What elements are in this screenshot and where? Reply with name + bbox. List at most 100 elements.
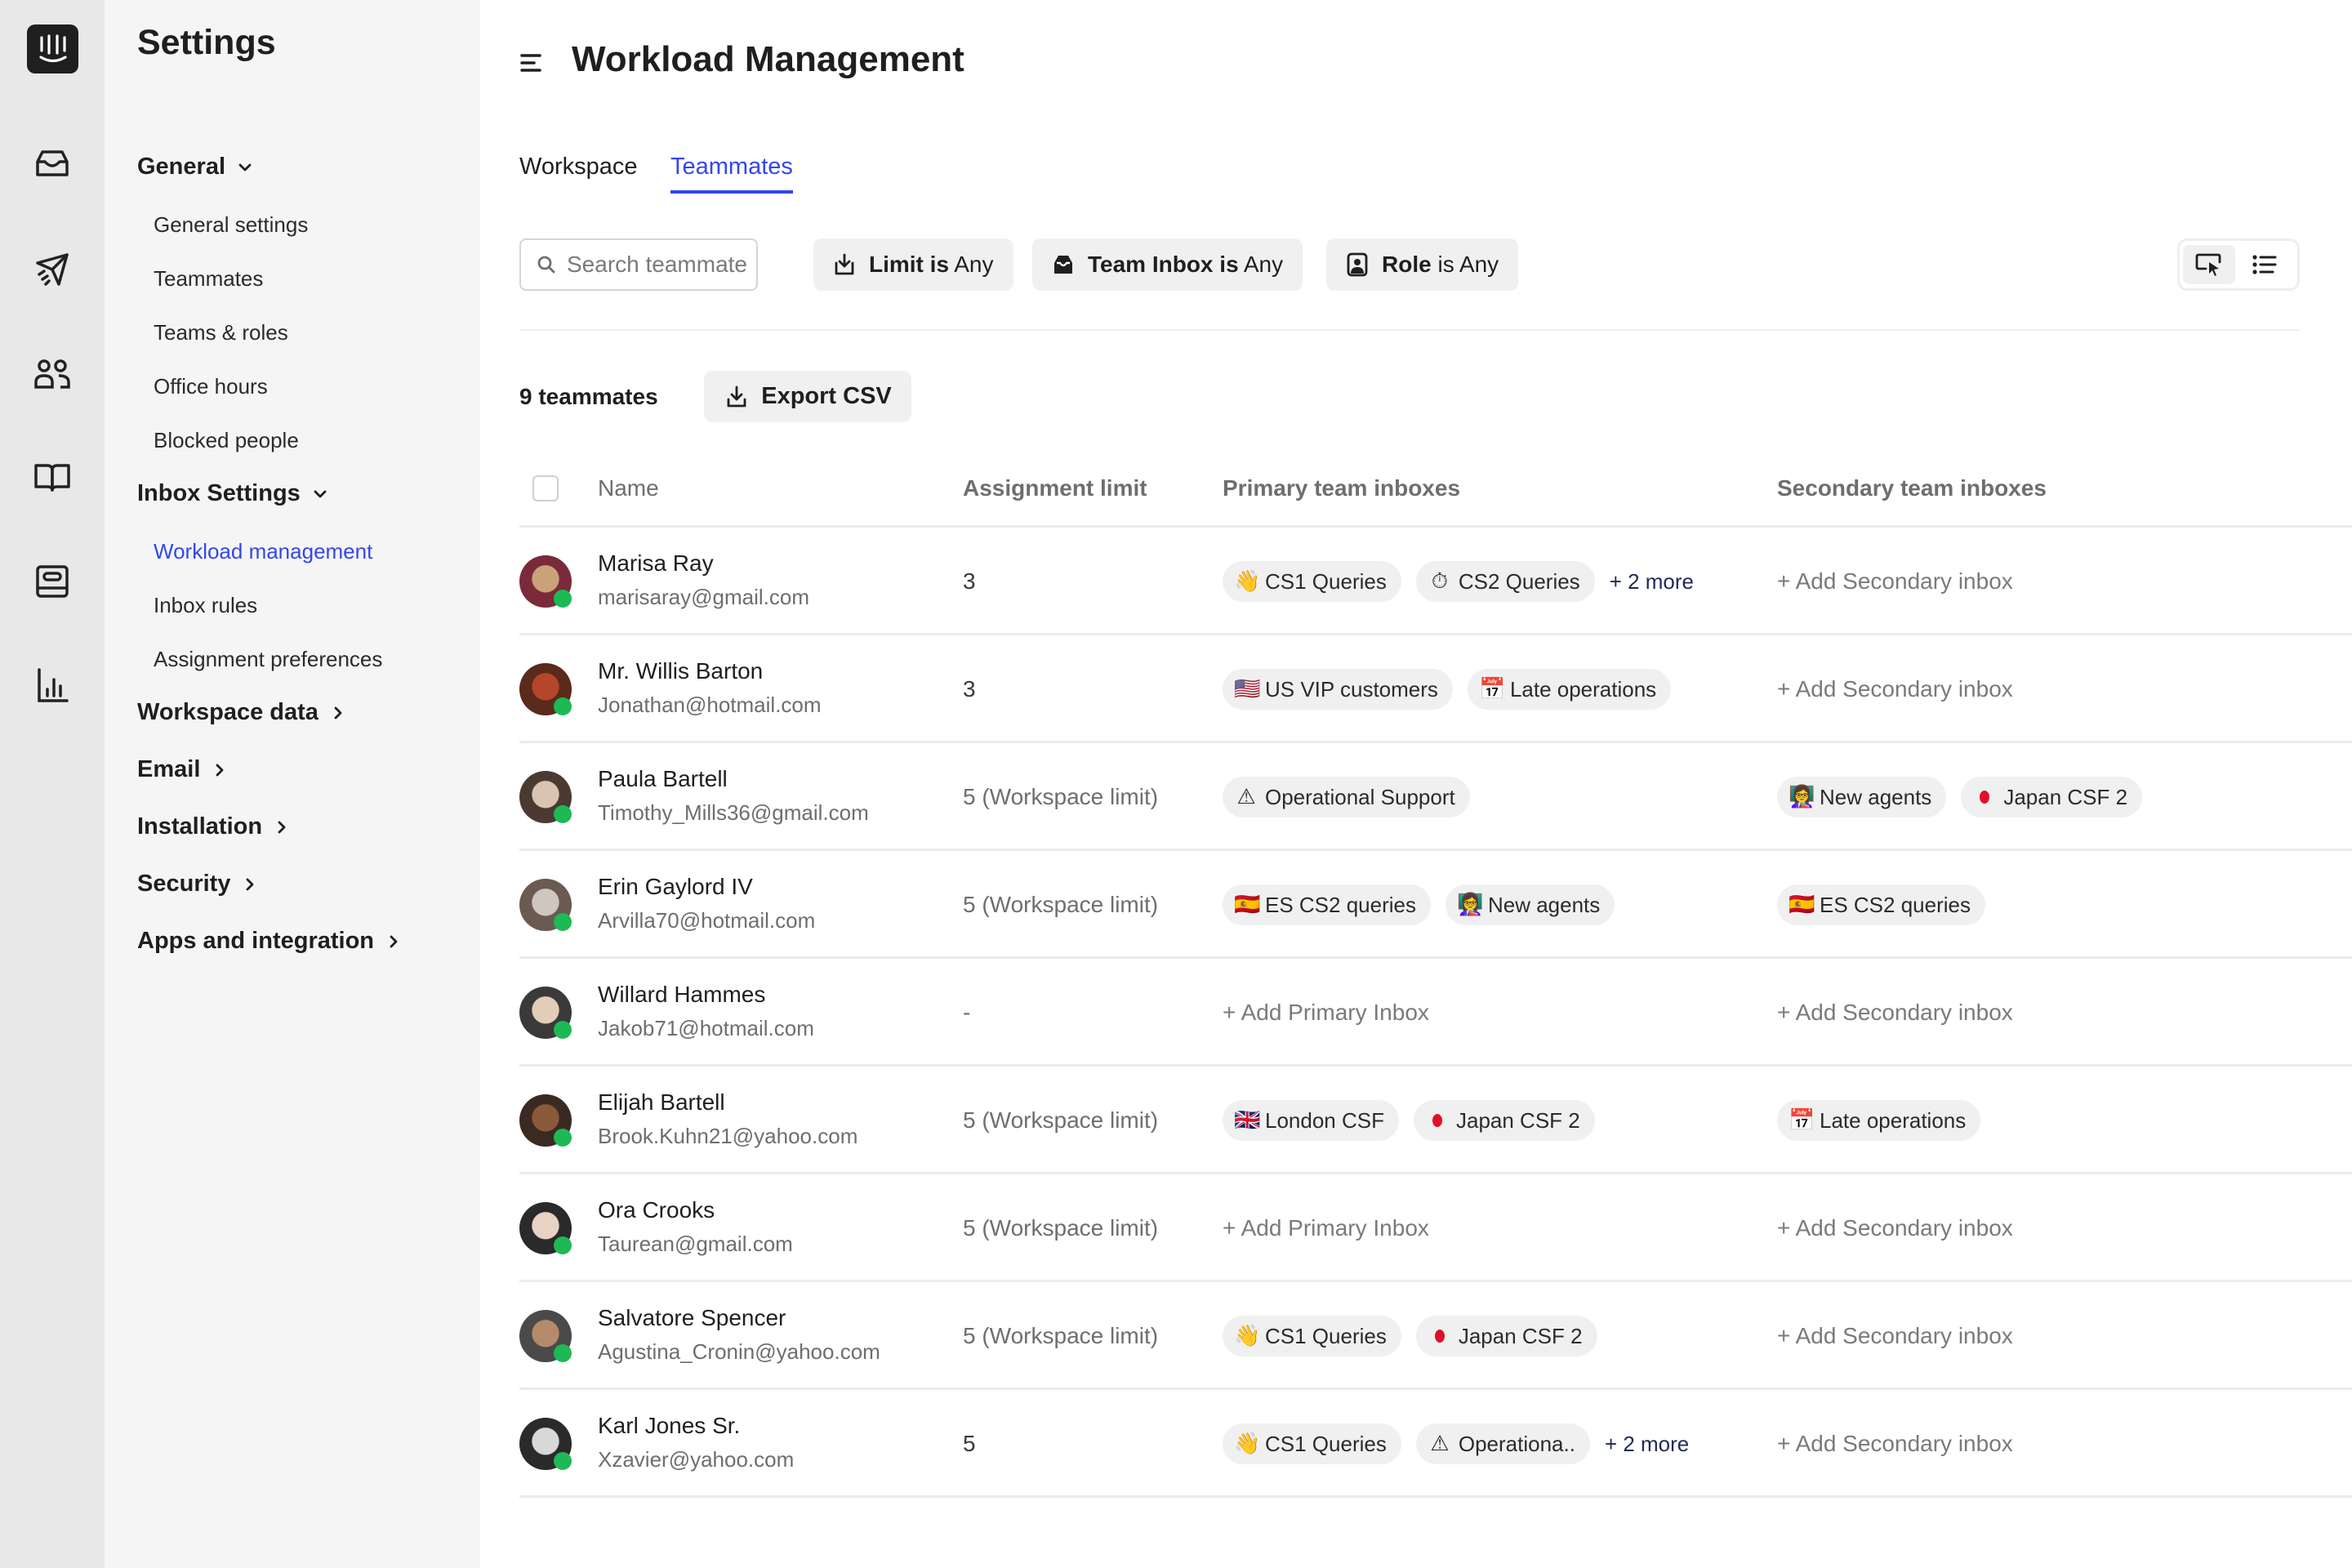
more-inboxes-link[interactable]: + 2 more — [1610, 569, 1694, 595]
avatar[interactable] — [519, 1310, 572, 1362]
table-row[interactable]: Marisa Ray marisaray@gmail.com 3 👋 CS1 Queri… — [519, 528, 2352, 635]
add-primary-inbox-link[interactable]: + Add Primary Inbox — [1223, 1215, 1429, 1241]
more-inboxes-link[interactable]: + 2 more — [1605, 1432, 1689, 1457]
sidebar-group-email[interactable]: Email — [137, 756, 228, 783]
add-primary-inbox-link[interactable]: + Add Primary Inbox — [1223, 1000, 1429, 1026]
table-row[interactable]: Elijah Bartell Brook.Kuhn21@yahoo.com 5 (W… — [519, 1067, 2352, 1174]
assignment-limit[interactable]: 5 (Workspace limit) — [963, 1107, 1158, 1134]
assignment-limit[interactable]: 5 (Workspace limit) — [963, 892, 1158, 918]
sidebar-group-apps-integration[interactable]: Apps and integration — [137, 928, 402, 955]
inbox-chip[interactable]: 👩‍🏫 New agents — [1777, 777, 1947, 817]
avatar[interactable] — [519, 663, 572, 715]
inbox-chip[interactable]: 👋 CS1 Queries — [1223, 1423, 1401, 1464]
rail-reports[interactable] — [29, 663, 75, 709]
teammate-name[interactable]: Willard Hammes — [598, 982, 765, 1008]
sidebar-group-security[interactable]: Security — [137, 871, 258, 898]
rail-outbound[interactable] — [29, 247, 75, 292]
assignment-limit[interactable]: - — [963, 1000, 970, 1026]
sidebar-item-teams-roles[interactable]: Teams & roles — [154, 320, 288, 345]
sidebar-item-inbox-rules[interactable]: Inbox rules — [154, 593, 257, 618]
inbox-chip[interactable]: 📅 Late operations — [1467, 669, 1672, 710]
inbox-chip[interactable]: Japan CSF 2 — [1413, 1100, 1595, 1141]
add-secondary-inbox-link[interactable]: + Add Secondary inbox — [1777, 1215, 2013, 1241]
search-input[interactable] — [567, 252, 746, 278]
inbox-chip[interactable]: ⚠ Operational Support — [1223, 777, 1470, 817]
teammate-name[interactable]: Elijah Bartell — [598, 1089, 725, 1116]
menu-icon[interactable] — [519, 52, 544, 74]
inbox-chip[interactable]: 👋 CS1 Queries — [1223, 561, 1401, 602]
sidebar-group-installation[interactable]: Installation — [137, 813, 290, 840]
add-secondary-inbox-link[interactable]: + Add Secondary inbox — [1777, 1323, 2013, 1349]
inbox-chip[interactable]: 🇬🇧 London CSF — [1223, 1100, 1399, 1141]
avatar[interactable] — [519, 987, 572, 1039]
inbox-chip[interactable]: Japan CSF 2 — [1415, 1316, 1597, 1356]
assignment-limit[interactable]: 5 — [963, 1431, 976, 1457]
sidebar-item-assignment-preferences[interactable]: Assignment preferences — [154, 647, 382, 672]
tab-teammates[interactable]: Teammates — [670, 154, 793, 194]
table-row[interactable]: Willard Hammes Jakob71@hotmail.com - + Add … — [519, 959, 2352, 1067]
tab-workspace[interactable]: Workspace — [519, 154, 638, 190]
list-view-button[interactable] — [2238, 245, 2291, 284]
inbox-chip[interactable]: 🇪🇸 ES CS2 queries — [1223, 884, 1431, 925]
column-header-secondary-inboxes[interactable]: Secondary team inboxes — [1777, 475, 2047, 501]
column-header-name[interactable]: Name — [598, 475, 659, 501]
inbox-chip[interactable]: 👋 CS1 Queries — [1223, 1316, 1401, 1356]
column-header-primary-inboxes[interactable]: Primary team inboxes — [1223, 475, 1460, 501]
teammate-name[interactable]: Marisa Ray — [598, 550, 714, 577]
assignment-limit[interactable]: 5 (Workspace limit) — [963, 1323, 1158, 1349]
rail-messenger[interactable] — [29, 559, 75, 604]
assignment-limit[interactable]: 5 (Workspace limit) — [963, 784, 1158, 810]
filter-role[interactable]: Role is Any — [1326, 238, 1519, 291]
inbox-chip[interactable]: Japan CSF 2 — [1961, 777, 2143, 817]
table-row[interactable]: Erin Gaylord IV Arvilla70@hotmail.com 5 (W… — [519, 851, 2352, 959]
avatar[interactable] — [519, 879, 572, 931]
filter-limit[interactable]: Limit is Any — [813, 238, 1013, 291]
select-all-checkbox[interactable] — [532, 475, 559, 501]
rail-contacts[interactable] — [29, 351, 75, 397]
teammate-name[interactable]: Ora Crooks — [598, 1197, 715, 1223]
sidebar-group-workspace-data[interactable]: Workspace data — [137, 699, 346, 726]
table-row[interactable]: Karl Jones Sr. Xzavier@yahoo.com 5 👋 CS1 Que… — [519, 1390, 2352, 1498]
avatar[interactable] — [519, 771, 572, 823]
sidebar-item-workload-management[interactable]: Workload management — [154, 539, 372, 564]
inbox-chip[interactable]: ⚠ Operationa.. — [1415, 1423, 1590, 1464]
avatar[interactable] — [519, 1094, 572, 1147]
teammate-name[interactable]: Erin Gaylord IV — [598, 874, 753, 900]
card-view-button[interactable] — [2183, 245, 2235, 284]
add-secondary-inbox-link[interactable]: + Add Secondary inbox — [1777, 568, 2013, 595]
app-logo[interactable] — [27, 24, 78, 74]
table-row[interactable]: Ora Crooks Taurean@gmail.com 5 (Workspace … — [519, 1174, 2352, 1282]
search-box[interactable] — [519, 238, 758, 291]
sidebar-group-inbox-settings[interactable]: Inbox Settings — [137, 480, 328, 507]
avatar[interactable] — [519, 555, 572, 608]
avatar[interactable] — [519, 1418, 572, 1470]
filter-team-inbox[interactable]: Team Inbox is Any — [1032, 238, 1303, 291]
teammate-name[interactable]: Salvatore Spencer — [598, 1305, 786, 1331]
teammate-name[interactable]: Karl Jones Sr. — [598, 1413, 740, 1439]
add-secondary-inbox-link[interactable]: + Add Secondary inbox — [1777, 676, 2013, 702]
table-row[interactable]: Mr. Willis Barton Jonathan@hotmail.com 3 🇺🇸… — [519, 635, 2352, 743]
sidebar-item-blocked-people[interactable]: Blocked people — [154, 428, 299, 453]
sidebar-group-general[interactable]: General — [137, 154, 253, 180]
rail-inbox[interactable] — [29, 140, 75, 186]
column-header-assignment-limit[interactable]: Assignment limit — [963, 475, 1147, 501]
rail-articles[interactable] — [29, 454, 75, 500]
teammate-name[interactable]: Paula Bartell — [598, 766, 728, 792]
assignment-limit[interactable]: 3 — [963, 568, 976, 595]
inbox-chip[interactable]: ⏱ CS2 Queries — [1415, 561, 1595, 602]
sidebar-item-office-hours[interactable]: Office hours — [154, 374, 268, 399]
export-csv-button[interactable]: Export CSV — [704, 371, 911, 422]
teammate-name[interactable]: Mr. Willis Barton — [598, 658, 763, 684]
inbox-chip[interactable]: 🇪🇸 ES CS2 queries — [1777, 884, 1985, 925]
avatar[interactable] — [519, 1202, 572, 1254]
table-row[interactable]: Salvatore Spencer Agustina_Cronin@yahoo.c… — [519, 1282, 2352, 1390]
table-row[interactable]: Paula Bartell Timothy_Mills36@gmail.com 5 … — [519, 743, 2352, 851]
inbox-chip[interactable]: 👩‍🏫 New agents — [1445, 884, 1615, 925]
inbox-chip[interactable]: 📅 Late operations — [1777, 1100, 1981, 1141]
assignment-limit[interactable]: 3 — [963, 676, 976, 702]
add-secondary-inbox-link[interactable]: + Add Secondary inbox — [1777, 1431, 2013, 1457]
inbox-chip[interactable]: 🇺🇸 US VIP customers — [1223, 669, 1453, 710]
sidebar-item-general-settings[interactable]: General settings — [154, 212, 308, 238]
sidebar-item-teammates[interactable]: Teammates — [154, 266, 263, 292]
assignment-limit[interactable]: 5 (Workspace limit) — [963, 1215, 1158, 1241]
